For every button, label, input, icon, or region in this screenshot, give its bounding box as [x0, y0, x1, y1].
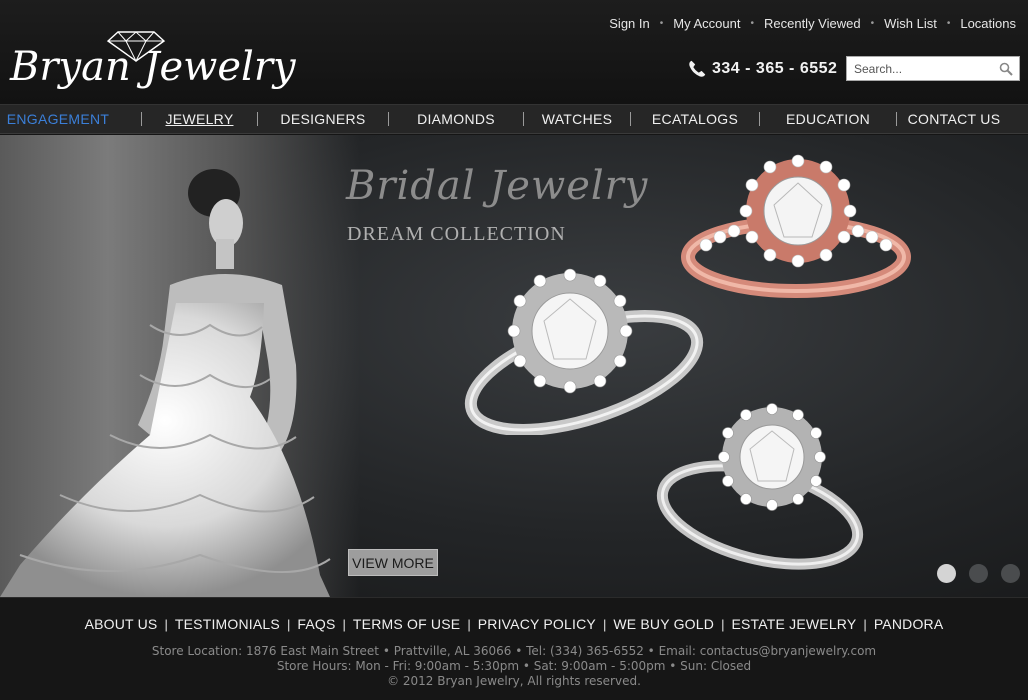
separator: •	[659, 18, 664, 29]
search-icon[interactable]	[999, 62, 1013, 76]
view-more-button[interactable]: VIEW MORE	[348, 549, 438, 576]
store-hours: Store Hours: Mon - Fri: 9:00am - 5:30pm …	[276, 659, 752, 673]
recently-viewed-link[interactable]: Recently Viewed	[758, 16, 867, 31]
footer-link-faqs[interactable]: FAQS	[290, 616, 342, 632]
footer-link-testimonials[interactable]: TESTIMONIALS	[168, 616, 287, 632]
my-account-link[interactable]: My Account	[667, 16, 746, 31]
nav-label: CONTACT US	[907, 111, 1001, 127]
slider-dots	[937, 564, 1020, 583]
locations-link[interactable]: Locations	[954, 16, 1022, 31]
footer-link-about-us[interactable]: ABOUT US	[78, 616, 165, 632]
nav-engagement[interactable]: ENGAGEMENT	[0, 104, 116, 134]
site-footer: ABOUT US | TESTIMONIALS | FAQS | TERMS O…	[0, 597, 1028, 700]
nav-education[interactable]: EDUCATION	[760, 104, 896, 134]
search-input[interactable]	[847, 57, 995, 80]
footer-link-privacy-policy[interactable]: PRIVACY POLICY	[471, 616, 603, 632]
footer-info: Store Location: 1876 East Main Street • …	[0, 644, 1028, 689]
separator: •	[946, 18, 951, 29]
logo-text: Bryan Jewelry	[10, 44, 296, 90]
nav-watches[interactable]: WATCHES	[524, 104, 630, 134]
separator: •	[870, 18, 875, 29]
logo[interactable]: Bryan Jewelry	[10, 30, 296, 98]
banner-subtitle: DREAM COLLECTION	[347, 223, 566, 245]
site-header: Bryan Jewelry Sign In • My Account • Rec…	[0, 0, 1028, 104]
nav-label: ECATALOGS	[651, 111, 739, 127]
wish-list-link[interactable]: Wish List	[878, 16, 943, 31]
nav-designers[interactable]: DESIGNERS	[258, 104, 388, 134]
footer-link-terms-of-use[interactable]: TERMS OF USE	[346, 616, 467, 632]
nav-contact-us[interactable]: CONTACT US	[897, 104, 1011, 134]
footer-link-estate-jewelry[interactable]: ESTATE JEWELRY	[724, 616, 863, 632]
hero-banner[interactable]: Bridal Jewelry DREAM COLLECTION VIEW MOR…	[0, 135, 1028, 597]
nav-jewelry[interactable]: JEWELRY	[142, 104, 257, 134]
slide-dot-3[interactable]	[1001, 564, 1020, 583]
banner-title: Bridal Jewelry	[346, 163, 649, 209]
sign-in-link[interactable]: Sign In	[603, 16, 655, 31]
footer-link-we-buy-gold[interactable]: WE BUY GOLD	[606, 616, 721, 632]
nav-label: DIAMONDS	[417, 111, 495, 127]
white-gold-ring-image	[656, 403, 864, 570]
nav-label: ENGAGEMENT	[6, 111, 110, 127]
separator: •	[750, 18, 754, 29]
nav-label: DESIGNERS	[280, 111, 366, 127]
store-address: Store Location: 1876 East Main Street • …	[151, 644, 877, 658]
bride-image	[0, 169, 331, 597]
search-box	[846, 56, 1020, 81]
slide-dot-2[interactable]	[969, 564, 988, 583]
footer-links: ABOUT US | TESTIMONIALS | FAQS | TERMS O…	[0, 616, 1028, 632]
phone-text: 334 - 365 - 6552	[712, 60, 838, 77]
slide-dot-1[interactable]	[937, 564, 956, 583]
main-nav: ENGAGEMENT JEWELRY DESIGNERS DIAMONDS WA…	[0, 104, 1028, 134]
nav-ecatalogs[interactable]: ECATALOGS	[631, 104, 759, 134]
phone-number[interactable]: 334 - 365 - 6552	[686, 58, 837, 80]
footer-link-pandora[interactable]: PANDORA	[867, 616, 951, 632]
top-links: Sign In • My Account • Recently Viewed •…	[603, 16, 1022, 31]
nav-label: WATCHES	[541, 111, 613, 127]
phone-icon	[689, 60, 706, 77]
nav-label: EDUCATION	[785, 111, 871, 127]
nav-diamonds[interactable]: DIAMONDS	[389, 104, 523, 134]
copyright: © 2012 Bryan Jewelry, All rights reserve…	[387, 674, 641, 688]
nav-label: JEWELRY	[165, 111, 234, 127]
